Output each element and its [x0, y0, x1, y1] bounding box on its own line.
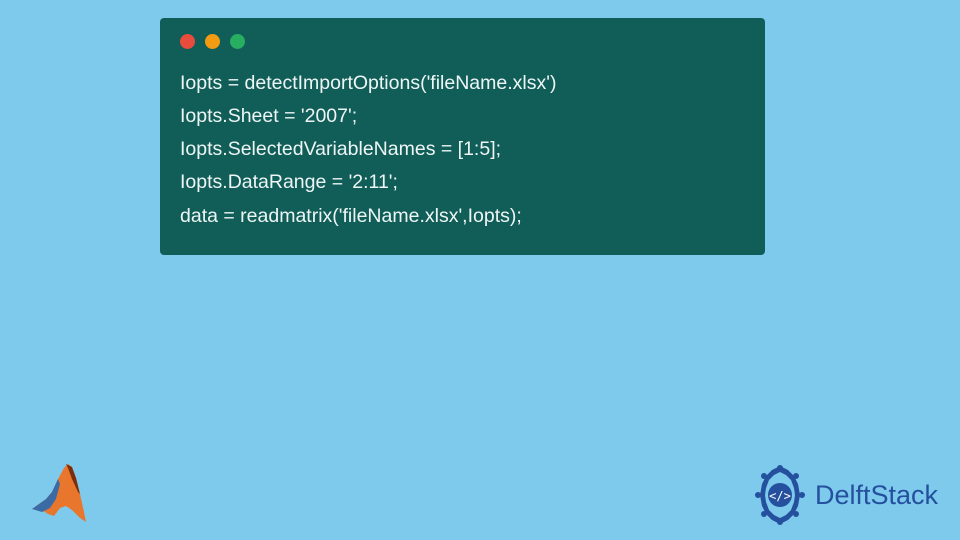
matlab-logo-icon [24, 454, 94, 532]
code-line: data = readmatrix('fileName.xlsx',Iopts)… [180, 200, 745, 233]
code-block: Iopts = detectImportOptions('fileName.xl… [160, 18, 765, 255]
svg-text:</>: </> [769, 489, 791, 503]
delftstack-logo: </> DelftStack [749, 464, 938, 526]
code-line: Iopts.DataRange = '2:11'; [180, 166, 745, 199]
code-content: Iopts = detectImportOptions('fileName.xl… [180, 67, 745, 233]
maximize-dot-icon [230, 34, 245, 49]
minimize-dot-icon [205, 34, 220, 49]
code-line: Iopts.SelectedVariableNames = [1:5]; [180, 133, 745, 166]
code-line: Iopts = detectImportOptions('fileName.xl… [180, 67, 745, 100]
delftstack-icon: </> [749, 464, 811, 526]
close-dot-icon [180, 34, 195, 49]
delftstack-label: DelftStack [815, 480, 938, 511]
window-controls [180, 34, 745, 49]
code-line: Iopts.Sheet = '2007'; [180, 100, 745, 133]
